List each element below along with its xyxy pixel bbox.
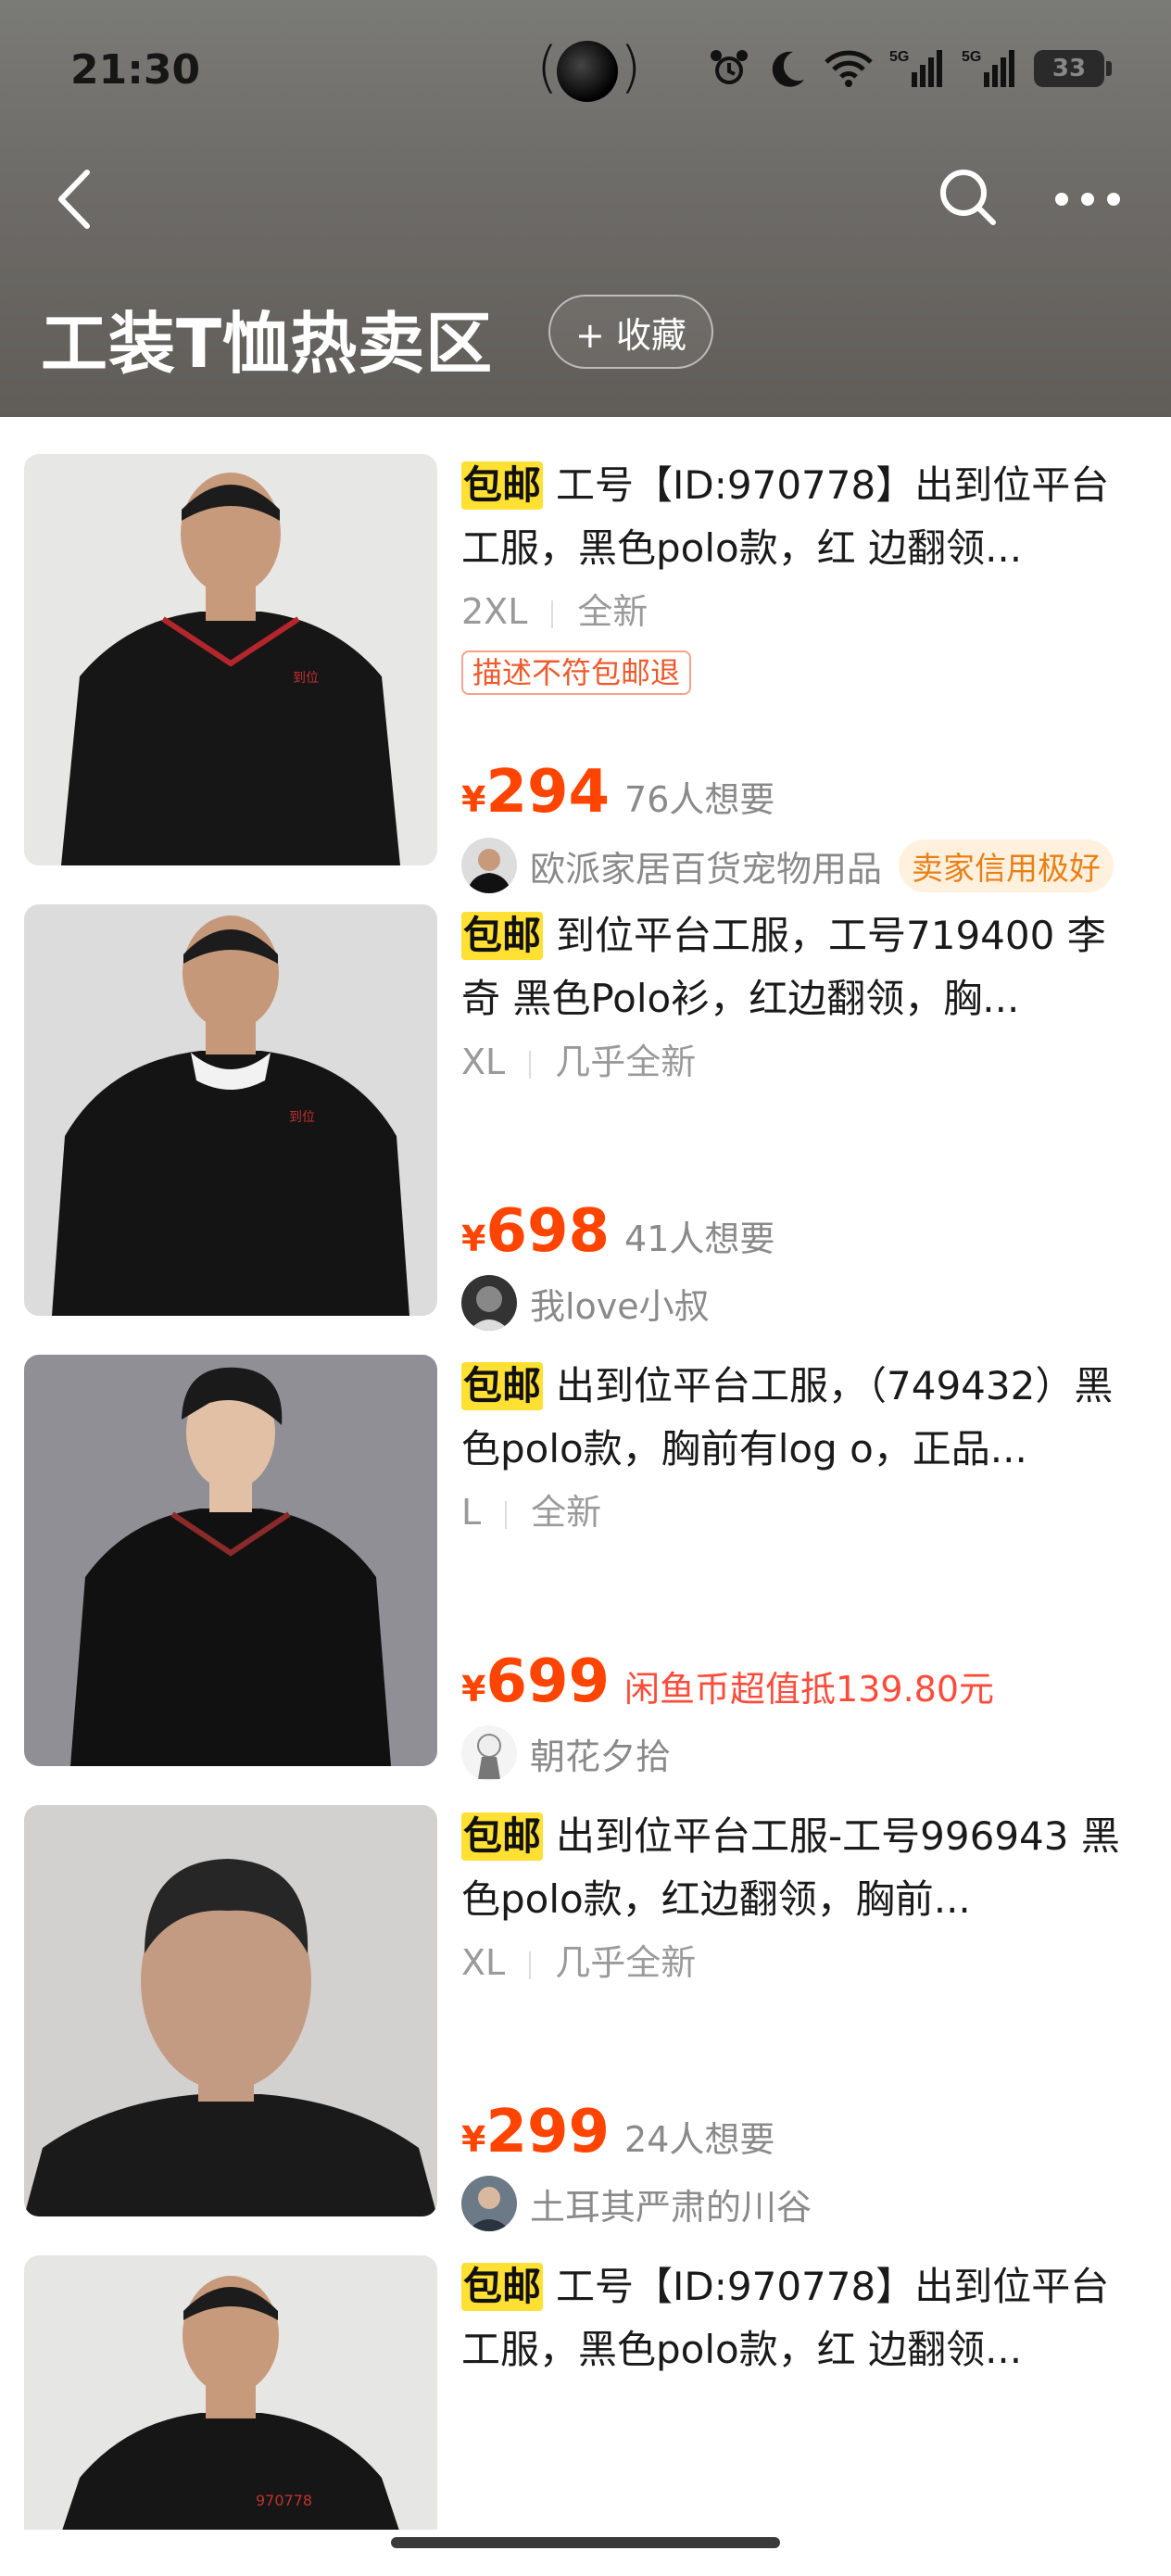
home-indicator[interactable]	[391, 2537, 780, 2548]
svg-text:到位: 到位	[293, 671, 319, 686]
wifi-icon	[825, 49, 873, 88]
free-shipping-tag: 包邮	[461, 1362, 544, 1410]
favorite-button[interactable]: + 收藏	[548, 295, 713, 369]
status-time: 21:30	[70, 46, 201, 94]
price-row: ¥698 41人想要	[461, 1197, 775, 1266]
alarm-icon	[708, 47, 750, 90]
item-price: 299	[485, 2098, 611, 2166]
moon-icon	[767, 48, 808, 89]
page-title: 工装T恤热卖区	[41, 305, 494, 383]
free-shipping-tag: 包邮	[461, 2263, 544, 2311]
search-button[interactable]	[936, 165, 1001, 230]
item-price: 699	[485, 1648, 611, 1716]
signal-icon: 5G	[889, 46, 945, 91]
shirt-print: 970778	[256, 2492, 312, 2509]
status-bar: 21:30 ( ) 5G 5G 33	[0, 0, 1171, 139]
product-image[interactable]	[24, 1355, 437, 1766]
product-image[interactable]: 到位	[24, 904, 437, 1316]
header: 21:30 ( ) 5G 5G 33 工装T恤热卖区 + 收藏	[0, 0, 1171, 417]
want-count: 24人想要	[624, 2119, 775, 2160]
item-attributes: 2XL 全新	[461, 591, 648, 632]
list-item[interactable]: 970778 包邮 工号【ID:970778】出到位平台工服，黑色polo款，红 …	[0, 2218, 1171, 2530]
product-image[interactable]: 到位	[24, 454, 437, 865]
want-count: 76人想要	[624, 779, 775, 820]
free-shipping-tag: 包邮	[461, 912, 544, 960]
more-button[interactable]	[1052, 176, 1123, 222]
svg-text:到位: 到位	[289, 1110, 315, 1125]
price-row: ¥294 76人想要	[461, 758, 775, 827]
product-image[interactable]	[24, 1805, 437, 2216]
back-button[interactable]	[52, 167, 96, 232]
item-price: 294	[485, 758, 611, 827]
more-icon	[1055, 193, 1120, 206]
price-row: ¥699 闲鱼币超值抵139.80元	[461, 1648, 995, 1716]
list-item[interactable]: 包邮 出到位平台工服，（749432）黑色polo款，胸前有log o，正品...…	[0, 1318, 1171, 1781]
item-price: 698	[485, 1197, 611, 1266]
coin-discount-note: 闲鱼币超值抵139.80元	[624, 1669, 995, 1710]
item-title: 工号【ID:970778】出到位平台工服，黑色polo款，红 边翻领...	[461, 462, 1110, 571]
item-title: 出到位平台工服，（749432）黑色polo款，胸前有log o，正品...	[461, 1363, 1114, 1471]
list-item[interactable]: 包邮 出到位平台工服-工号996943 黑色polo款，红边翻领，胸前... XL…	[0, 1768, 1171, 2231]
want-count: 41人想要	[624, 1219, 775, 1259]
list-item[interactable]: 到位 包邮 工号【ID:970778】出到位平台工服，黑色polo款，红 边翻领.…	[0, 417, 1171, 893]
camera-island: ( )	[536, 35, 642, 102]
item-title: 出到位平台工服-工号996943 黑色polo款，红边翻领，胸前...	[461, 1813, 1120, 1922]
svg-text:5G: 5G	[962, 49, 981, 65]
item-attributes: XL 几乎全新	[461, 1042, 697, 1082]
free-shipping-tag: 包邮	[461, 461, 544, 510]
signal-icon: 5G	[962, 46, 1017, 91]
svg-text:5G: 5G	[889, 49, 909, 65]
list-item[interactable]: 到位 包邮 到位平台工服，工号719400 李奇 黑色Polo衫，红边翻领，胸..…	[0, 867, 1171, 1331]
item-title: 工号【ID:970778】出到位平台工服，黑色polo款，红 边翻领...	[461, 2264, 1110, 2372]
promo-badge: 描述不符包邮退	[461, 650, 692, 695]
free-shipping-tag: 包邮	[461, 1812, 544, 1861]
item-attributes: L 全新	[461, 1492, 602, 1533]
search-icon	[940, 170, 996, 225]
price-row: ¥299 24人想要	[461, 2098, 775, 2166]
status-icons: 5G 5G 33	[708, 43, 1112, 95]
item-title: 到位平台工服，工号719400 李奇 黑色Polo衫，红边翻领，胸...	[461, 913, 1106, 1021]
item-attributes: XL 几乎全新	[461, 1942, 697, 1983]
back-icon	[58, 170, 90, 229]
product-image[interactable]: 970778	[24, 2255, 437, 2530]
battery-icon: 33	[1034, 50, 1112, 87]
